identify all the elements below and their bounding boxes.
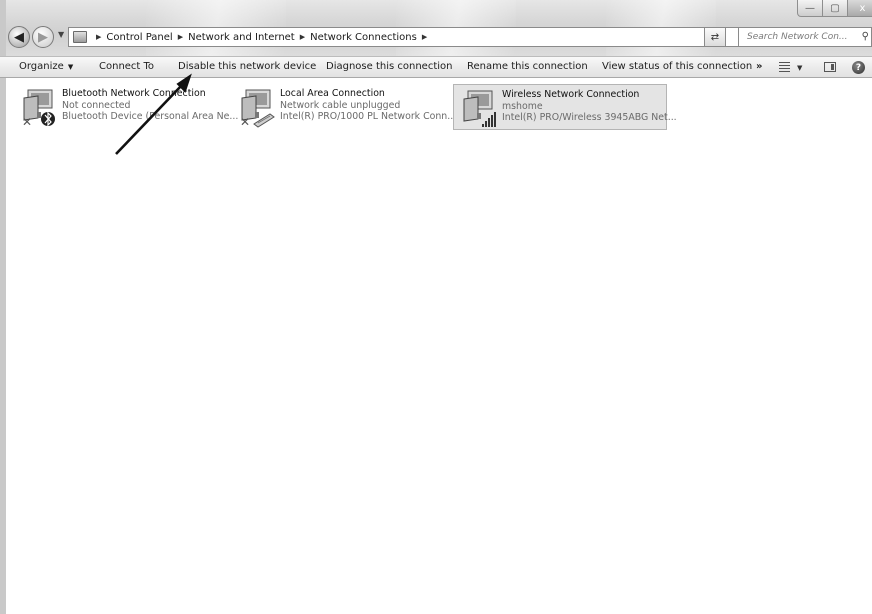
connection-item-local-area[interactable]: ✕ Local Area Connection Network cable un… xyxy=(232,84,456,130)
view-options-dropdown-icon[interactable]: ▼ xyxy=(797,62,802,74)
bluetooth-network-icon: ✕ xyxy=(22,89,55,128)
connections-list: ✕ Bluetooth Network Connection Not conne… xyxy=(6,78,872,614)
back-arrow-icon: ◀ xyxy=(14,29,24,45)
signal-bars-icon xyxy=(482,112,496,127)
forward-arrow-icon: ▶ xyxy=(38,29,48,45)
search-icon[interactable]: ⚲ xyxy=(862,31,869,42)
svg-text:✕: ✕ xyxy=(22,115,32,128)
more-commands-button[interactable]: » xyxy=(756,60,762,74)
connection-name: Bluetooth Network Connection xyxy=(62,88,206,99)
connection-status: Network cable unplugged xyxy=(280,99,401,111)
refresh-button[interactable]: ⇄ xyxy=(704,27,726,47)
close-button[interactable]: x xyxy=(848,0,872,17)
window-caption-buttons: — ▢ x xyxy=(797,0,872,18)
search-placeholder: Search Network Con... xyxy=(747,32,848,42)
connection-status: mshome xyxy=(502,100,543,112)
breadcrumb-separator-icon[interactable]: ▶ xyxy=(178,33,183,41)
diagnose-connection-button[interactable]: Diagnose this connection xyxy=(326,60,452,74)
connection-item-wireless[interactable]: Wireless Network Connection mshome Intel… xyxy=(453,84,677,130)
connection-status: Not connected xyxy=(62,99,131,111)
breadcrumb-network-and-internet[interactable]: Network and Internet xyxy=(188,32,295,43)
ethernet-network-icon: ✕ xyxy=(240,89,275,128)
connect-to-button[interactable]: Connect To xyxy=(99,60,154,74)
recent-pages-dropdown[interactable]: ▼ xyxy=(58,30,64,39)
connection-device: Intel(R) PRO/Wireless 3945ABG Net... xyxy=(502,112,677,123)
address-bar-row: ◀ ▶ ▼ ▶ Control Panel ▶ Network and Inte… xyxy=(6,24,872,50)
connection-name: Wireless Network Connection xyxy=(502,89,640,100)
address-bar[interactable]: ▶ Control Panel ▶ Network and Internet ▶… xyxy=(68,27,762,47)
change-view-icon[interactable] xyxy=(779,62,790,72)
maximize-button[interactable]: ▢ xyxy=(823,0,848,17)
control-panel-icon xyxy=(73,31,87,43)
breadcrumb-separator-icon[interactable]: ▶ xyxy=(422,33,427,41)
back-button[interactable]: ◀ xyxy=(8,26,30,48)
connection-item-bluetooth[interactable]: ✕ Bluetooth Network Connection Not conne… xyxy=(14,84,238,130)
wireless-network-icon xyxy=(463,90,496,127)
connection-device: Bluetooth Device (Personal Area Ne... xyxy=(62,111,239,122)
organize-menu[interactable]: Organize ▼ xyxy=(19,60,73,74)
breadcrumb-network-connections[interactable]: Network Connections xyxy=(310,32,417,43)
organize-label: Organize xyxy=(19,61,64,72)
svg-text:✕: ✕ xyxy=(240,115,250,128)
connection-device: Intel(R) PRO/1000 PL Network Conn... xyxy=(280,111,457,122)
connection-name: Local Area Connection xyxy=(280,88,385,99)
chevron-down-icon: ▼ xyxy=(67,63,74,71)
command-bar: Organize ▼ Connect To Disable this networ… xyxy=(0,56,872,78)
refresh-icon: ⇄ xyxy=(710,31,720,43)
breadcrumb-separator-icon[interactable]: ▶ xyxy=(96,33,101,41)
view-status-button[interactable]: View status of this connection xyxy=(602,60,752,74)
help-button[interactable]: ? xyxy=(852,61,865,74)
breadcrumb-control-panel[interactable]: Control Panel xyxy=(106,32,172,43)
preview-pane-icon[interactable] xyxy=(824,62,836,72)
rename-connection-button[interactable]: Rename this connection xyxy=(467,60,588,74)
breadcrumb-separator-icon[interactable]: ▶ xyxy=(300,33,305,41)
disable-network-device-button[interactable]: Disable this network device xyxy=(178,60,316,74)
search-input[interactable]: Search Network Con... ⚲ xyxy=(738,27,872,47)
minimize-button[interactable]: — xyxy=(797,0,823,17)
forward-button[interactable]: ▶ xyxy=(32,26,54,48)
